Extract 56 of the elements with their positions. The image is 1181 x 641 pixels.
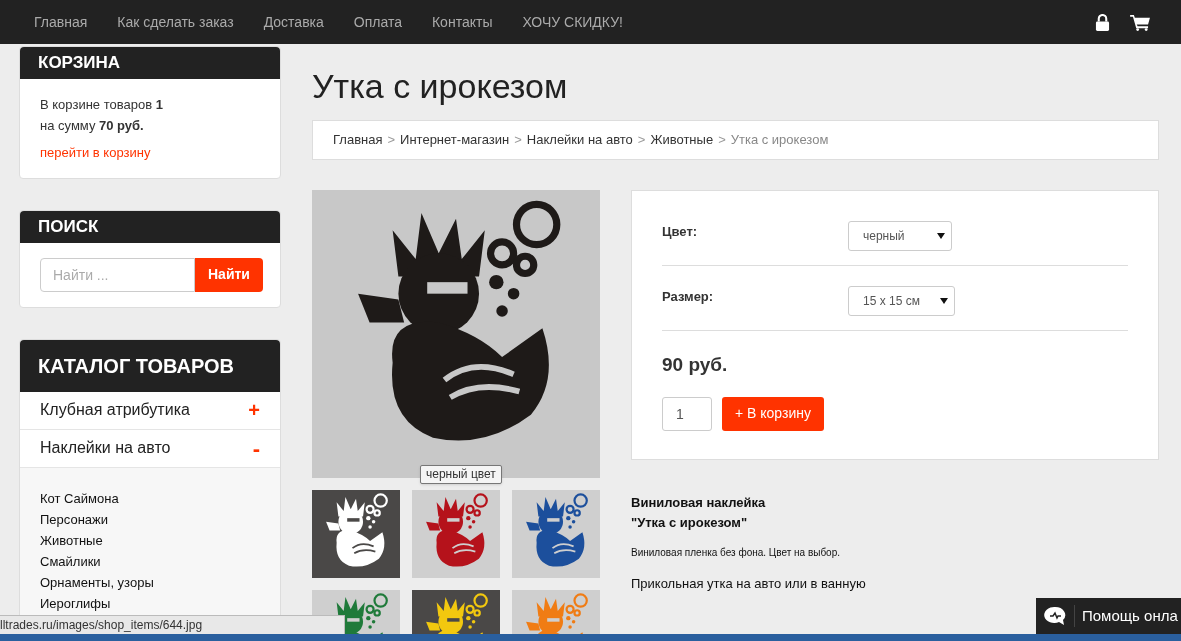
subcategory-link[interactable]: Иероглифы xyxy=(40,592,111,614)
tooltip: черный цвет xyxy=(420,465,502,484)
caret-icon xyxy=(937,233,945,239)
breadcrumb-separator: > xyxy=(718,131,726,150)
price: 90 руб. xyxy=(662,353,729,377)
nav-link[interactable]: ХОЧУ СКИДКУ! xyxy=(522,11,623,33)
lock-icon[interactable] xyxy=(1095,13,1110,31)
chat-label: Помощь онла xyxy=(1074,604,1178,628)
subcategory-link[interactable]: Животные xyxy=(40,529,103,551)
option-dropdown[interactable]: 15 x 15 см xyxy=(848,286,955,316)
description-title: Виниловая наклейка xyxy=(631,493,767,512)
description-title: "Утка с ирокезом" xyxy=(631,513,749,532)
description-note: Виниловая пленка без фона. Цвет на выбор. xyxy=(631,545,842,560)
cart-icon[interactable] xyxy=(1130,13,1151,31)
breadcrumb-link[interactable]: Наклейки на авто xyxy=(526,130,633,150)
nav-link[interactable]: Главная xyxy=(34,11,88,33)
description-text: Прикольная утка на авто или в ванную xyxy=(631,574,867,593)
cart-link[interactable]: перейти в корзину xyxy=(40,143,260,163)
breadcrumb-separator: > xyxy=(637,131,646,150)
quantity-field[interactable]: 1 xyxy=(662,396,712,431)
search-field[interactable]: Найти ... xyxy=(40,257,195,292)
expand-icon[interactable]: + xyxy=(248,395,260,425)
breadcrumb-separator: > xyxy=(514,131,522,150)
breadcrumb-link[interactable]: Интернет-магазин xyxy=(400,130,510,150)
subcategory-link[interactable]: Орнаменты, узоры xyxy=(40,571,154,593)
card-header: КОРЗИНА xyxy=(20,47,280,79)
search-button[interactable]: Найти xyxy=(195,257,263,292)
nav-link[interactable]: Оплата xyxy=(353,11,402,33)
card-header: ПОИСК xyxy=(20,210,280,243)
status-bar: lltrades.ru/images/shop_items/644.jpg xyxy=(0,615,345,634)
catalog-item[interactable]: Клубная атрибутика + xyxy=(20,391,280,430)
nav-link[interactable]: Доставка xyxy=(263,11,324,33)
option-label: Размер: xyxy=(662,288,715,306)
chat-bubble-icon xyxy=(1044,606,1066,626)
cart-count-text: В корзине товаров 1 xyxy=(40,96,164,114)
subcategory-link[interactable]: Персонажи xyxy=(40,508,109,530)
catalog-item-label: Наклейки на авто xyxy=(40,438,171,458)
breadcrumb-separator: > xyxy=(387,131,396,150)
page-title: Утка с ирокезом xyxy=(312,66,569,107)
catalog-item-label: Клубная атрибутика xyxy=(40,400,190,420)
breadcrumb-link[interactable]: Главная xyxy=(333,130,383,150)
nav-link[interactable]: Как сделать заказ xyxy=(117,11,234,33)
option-label: Цвет: xyxy=(662,223,699,241)
add-to-cart-button[interactable]: + В корзину xyxy=(722,396,824,431)
catalog-item[interactable]: Наклейки на авто - xyxy=(20,429,280,468)
option-dropdown[interactable]: черный xyxy=(848,221,952,251)
subcategory-link[interactable]: Кот Саймона xyxy=(40,487,119,509)
card-header: КАТАЛОГ ТОВАРОВ xyxy=(20,339,280,392)
cart-sum-text: на сумму 70 руб. xyxy=(40,117,145,135)
breadcrumb-current-page: Утка с ирокезом xyxy=(730,131,829,150)
chat-widget[interactable]: Помощь онла xyxy=(1036,598,1181,634)
nav-link[interactable]: Контакты xyxy=(431,11,493,33)
caret-icon xyxy=(939,298,948,304)
collapse-icon[interactable]: - xyxy=(252,431,260,465)
breadcrumb-link[interactable]: Животные xyxy=(650,130,714,150)
subcategory-link[interactable]: Смайлики xyxy=(40,550,101,572)
